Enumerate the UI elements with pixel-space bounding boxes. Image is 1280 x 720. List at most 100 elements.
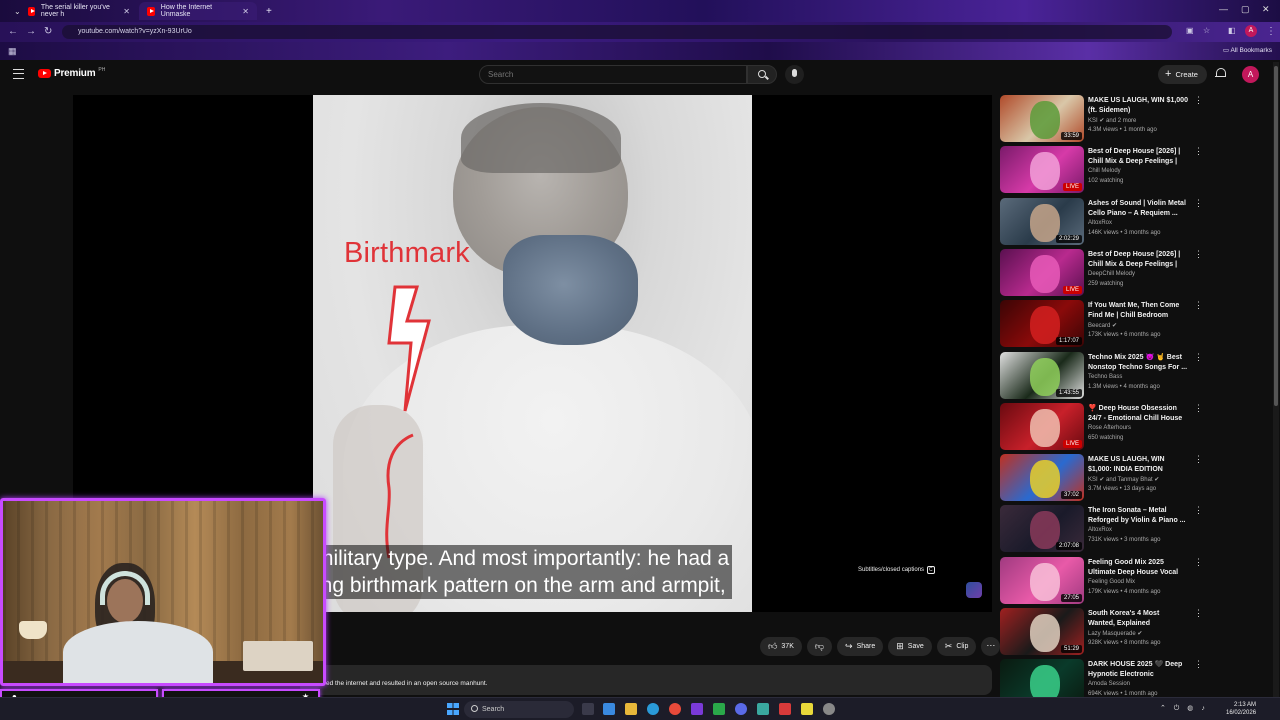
video-thumbnail[interactable]: [1000, 659, 1084, 700]
install-icon[interactable]: ▣: [1186, 26, 1194, 35]
taskbar-clock[interactable]: 2:13 AM 16/02/2026: [1226, 701, 1256, 717]
video-title[interactable]: If You Want Me, Then Come Find Me | Chil…: [1088, 301, 1188, 320]
more-options-icon[interactable]: ⋮: [1194, 147, 1203, 156]
clip-button[interactable]: ✂ Clip: [936, 637, 977, 656]
page-scrollbar[interactable]: [1273, 62, 1279, 697]
app-icon-2[interactable]: [757, 703, 769, 715]
recommendation-item[interactable]: LIVE Best of Deep House [2026] | Chill Mi…: [1000, 249, 1272, 299]
channel-name[interactable]: AltoxRox: [1088, 527, 1198, 533]
video-title[interactable]: MAKE US LAUGH, WIN $1,000: INDIA EDITION: [1088, 455, 1188, 474]
channel-name[interactable]: Amoda Session: [1088, 681, 1198, 687]
video-title[interactable]: Best of Deep House [2026] | Chill Mix & …: [1088, 147, 1188, 166]
notifications-bell-icon[interactable]: [1215, 68, 1226, 79]
share-button[interactable]: ↪ Share: [837, 637, 884, 656]
channel-name[interactable]: Techno Bass: [1088, 374, 1198, 380]
dislike-button[interactable]: 👎︎: [806, 637, 833, 656]
like-button[interactable]: 👍︎ 37K: [760, 637, 802, 656]
video-thumbnail[interactable]: 51:29: [1000, 608, 1084, 655]
more-options-icon[interactable]: ⋮: [1194, 301, 1203, 310]
voice-search-icon[interactable]: [785, 65, 804, 84]
browser-tab-1[interactable]: The serial killer you've never h ✕: [20, 2, 138, 20]
close-window-icon[interactable]: ✕: [1262, 4, 1270, 15]
video-thumbnail[interactable]: 27:05: [1000, 557, 1084, 604]
recommendation-item[interactable]: 37:02 MAKE US LAUGH, WIN $1,000: INDIA ED…: [1000, 454, 1272, 504]
back-icon[interactable]: ←: [8, 26, 18, 37]
channel-name[interactable]: KSI ✔ and 2 more: [1088, 117, 1198, 124]
chrome-icon[interactable]: [669, 703, 681, 715]
more-options-icon[interactable]: ⋮: [1194, 250, 1203, 259]
video-thumbnail[interactable]: 1:43:55: [1000, 352, 1084, 399]
more-options-icon[interactable]: ⋮: [1194, 506, 1203, 515]
minimize-icon[interactable]: —: [1219, 4, 1228, 14]
maximize-icon[interactable]: ▢: [1241, 4, 1250, 15]
recommendation-item[interactable]: 2:02:29 Ashes of Sound | Violin Metal Cel…: [1000, 198, 1272, 248]
channel-watermark-icon[interactable]: [966, 582, 982, 598]
more-options-icon[interactable]: ⋮: [1194, 96, 1203, 105]
recommendation-item[interactable]: 1:43:55 Techno Mix 2025 😈 🤘 Best Nonstop …: [1000, 352, 1272, 402]
channel-name[interactable]: Chill Melody: [1088, 168, 1198, 174]
new-tab-button[interactable]: +: [258, 2, 280, 20]
channel-name[interactable]: DeepChill Melody: [1088, 271, 1198, 277]
video-thumbnail[interactable]: 2:07:08: [1000, 505, 1084, 552]
system-tray-icons[interactable]: ⌃ ⏻ ◍ ♪: [1160, 704, 1208, 713]
windows-start-icon[interactable]: [447, 703, 459, 715]
create-button[interactable]: + Create: [1158, 65, 1207, 84]
bookmark-star-icon[interactable]: ☆: [1203, 26, 1210, 35]
recommendation-item[interactable]: DARK HOUSE 2025 🖤 Deep Hypnotic Electron…: [1000, 659, 1272, 700]
app-icon-1[interactable]: [691, 703, 703, 715]
video-title[interactable]: ❣️ Deep House Obsession 24/7 - Emotional…: [1088, 404, 1188, 423]
task-view-icon[interactable]: [582, 703, 594, 715]
obs-icon[interactable]: [823, 703, 835, 715]
more-options-icon[interactable]: ⋮: [1194, 660, 1203, 669]
recommendation-item[interactable]: LIVE Best of Deep House [2026] | Chill Mi…: [1000, 146, 1272, 196]
channel-name[interactable]: Beecard ✔: [1088, 322, 1198, 329]
video-title[interactable]: Techno Mix 2025 😈 🤘 Best Nonstop Techno …: [1088, 353, 1188, 372]
video-thumbnail[interactable]: LIVE: [1000, 146, 1084, 193]
channel-name[interactable]: Rose Afterhours: [1088, 425, 1198, 431]
forward-icon[interactable]: →: [26, 26, 36, 37]
widgets-icon[interactable]: [603, 703, 615, 715]
file-explorer-icon[interactable]: [625, 703, 637, 715]
channel-name[interactable]: AltoxRox: [1088, 220, 1198, 226]
more-options-icon[interactable]: ⋮: [1194, 353, 1203, 362]
recommendation-item[interactable]: 51:29 South Korea's 4 Most Wanted, Explai…: [1000, 608, 1272, 658]
extensions-icon[interactable]: ◧: [1228, 26, 1236, 35]
recommendation-item[interactable]: LIVE ❣️ Deep House Obsession 24/7 - Emoti…: [1000, 403, 1272, 453]
recommendation-item[interactable]: 33:59 MAKE US LAUGH, WIN $1,000 (ft. Side…: [1000, 95, 1272, 145]
scrollbar-thumb[interactable]: [1274, 66, 1278, 406]
video-thumbnail[interactable]: 2:02:29: [1000, 198, 1084, 245]
recommendation-item[interactable]: 27:05 Feeling Good Mix 2025 Ultimate Deep…: [1000, 557, 1272, 607]
video-thumbnail[interactable]: 37:02: [1000, 454, 1084, 501]
reload-icon[interactable]: ↻: [44, 26, 52, 37]
video-title[interactable]: South Korea's 4 Most Wanted, Explained: [1088, 609, 1188, 628]
url-field[interactable]: youtube.com/watch?v=yzXn-93UrUo: [62, 25, 1172, 39]
more-options-icon[interactable]: ⋮: [1194, 404, 1203, 413]
app-icon-3[interactable]: [779, 703, 791, 715]
more-options-icon[interactable]: ⋮: [1194, 558, 1203, 567]
more-actions-icon[interactable]: ⋯: [981, 637, 1001, 656]
more-options-icon[interactable]: ⋮: [1194, 199, 1203, 208]
taskbar-search[interactable]: Search: [464, 701, 574, 718]
account-avatar[interactable]: A: [1242, 66, 1259, 83]
channel-name[interactable]: Feeling Good Mix: [1088, 579, 1198, 585]
app-icon-4[interactable]: [801, 703, 813, 715]
more-options-icon[interactable]: ⋮: [1194, 609, 1203, 618]
discord-icon[interactable]: [735, 703, 747, 715]
close-tab-icon[interactable]: ✕: [242, 7, 249, 16]
video-thumbnail[interactable]: LIVE: [1000, 249, 1084, 296]
youtube-premium-logo[interactable]: Premium PH: [38, 67, 105, 79]
video-title[interactable]: The Iron Sonata – Metal Reforged by Viol…: [1088, 506, 1188, 525]
search-input[interactable]: [479, 65, 747, 84]
all-bookmarks-link[interactable]: ▭ All Bookmarks: [1223, 46, 1272, 54]
apps-grid-icon[interactable]: ▦: [8, 46, 17, 57]
xbox-icon[interactable]: [713, 703, 725, 715]
video-thumbnail[interactable]: 1:17:07: [1000, 300, 1084, 347]
video-thumbnail[interactable]: 33:59: [1000, 95, 1084, 142]
video-title[interactable]: Ashes of Sound | Violin Metal Cello Pian…: [1088, 199, 1188, 218]
video-title[interactable]: MAKE US LAUGH, WIN $1,000 (ft. Sidemen): [1088, 96, 1188, 115]
close-tab-icon[interactable]: ✕: [123, 7, 130, 16]
video-title[interactable]: Best of Deep House [2026] | Chill Mix & …: [1088, 250, 1188, 269]
browser-tab-2[interactable]: How the Internet Unmaske ✕: [139, 2, 257, 20]
search-button[interactable]: [747, 65, 777, 84]
channel-name[interactable]: KSI ✔ and Tanmay Bhat ✔: [1088, 476, 1198, 483]
